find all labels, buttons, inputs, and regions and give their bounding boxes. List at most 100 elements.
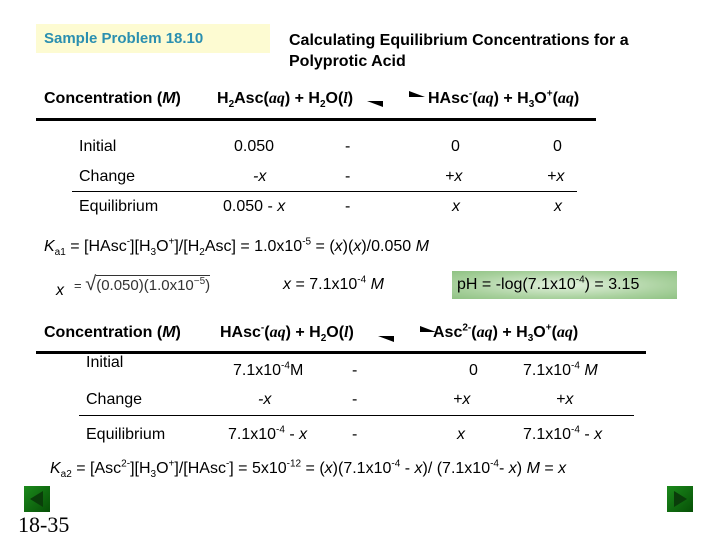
row-label: Equilibrium (86, 426, 166, 443)
cell: +x (453, 391, 471, 408)
table1-reactants: H2Asc(aq) + H2O(l) (217, 90, 353, 110)
t: Asc] = 1.0x10 (204, 238, 303, 255)
t: = [Asc (71, 460, 122, 477)
t: ) + H (493, 90, 529, 107)
title-line-2: Polyprotic Acid (289, 53, 406, 70)
t: x (558, 460, 567, 477)
t: −5 (193, 276, 206, 287)
t: O( (325, 90, 344, 107)
t: = 7.1x10 (291, 276, 358, 293)
t: ) + H (285, 324, 321, 341)
t: ) (572, 324, 579, 341)
t: = (539, 460, 559, 477)
t: -12 (286, 458, 302, 470)
t: ) + H (492, 324, 528, 341)
t: - (579, 426, 595, 443)
t: x (508, 460, 517, 477)
table2-products: Asc2-(aq) + H3O+(aq) (433, 322, 579, 344)
cell: 7.1x10-4 - x (523, 424, 603, 444)
next-slide-button[interactable] (667, 486, 693, 512)
conc-close: ) (175, 90, 181, 107)
title-line-1: Calculating Equilibrium Concentrations f… (289, 32, 629, 49)
t: x (277, 198, 286, 215)
row-label: Initial (79, 138, 117, 155)
t: aq (557, 90, 574, 107)
conc-label: Concentration ( (44, 90, 163, 107)
t: M (584, 362, 598, 379)
cell: - (352, 362, 358, 379)
t: x (334, 238, 343, 255)
t: M (162, 324, 176, 341)
t: -4 (571, 424, 580, 436)
t: -4 (281, 360, 290, 372)
t: - (499, 460, 509, 477)
table1-change-rule (72, 191, 577, 192)
t: = [HAsc (65, 238, 127, 255)
cell: 0 (553, 138, 562, 155)
t: M (526, 460, 540, 477)
t: K (44, 238, 55, 255)
previous-slide-button[interactable] (24, 486, 50, 512)
t: x (414, 460, 423, 477)
ka2-expression: Ka2 = [Asc2-][H3O+]/[HAsc-] = 5x10-12 = … (50, 458, 567, 481)
t: x (324, 460, 333, 477)
t: x (594, 426, 603, 443)
t: ][H (130, 460, 151, 477)
cell: x (554, 198, 562, 215)
equilibrium-arrow-icon (367, 91, 425, 107)
t: - (284, 426, 300, 443)
table1-header-rule (36, 118, 596, 121)
t: O (156, 460, 169, 477)
triangle-right-icon (674, 491, 687, 507)
cell: 0 (451, 138, 460, 155)
t: a2 (60, 469, 72, 481)
t: )(7.1x10 (332, 460, 392, 477)
row-label: Initial (86, 354, 124, 371)
table2-reactants: HAsc-(aq) + H2O(l) (220, 323, 354, 344)
t: -4 (571, 360, 580, 372)
cell: - (352, 426, 358, 443)
t: M (370, 276, 384, 293)
table1-products: HAsc-(aq) + H3O+(aq) (428, 89, 580, 110)
cell: -x (258, 391, 272, 408)
t: a1 (54, 247, 66, 259)
t: Concentration ( (44, 324, 163, 341)
t: 7.1x10 (523, 362, 572, 379)
table1-conc-header: Concentration (M) (44, 90, 181, 108)
t: ) (573, 90, 580, 107)
t: - (400, 460, 415, 477)
x-variable: x (56, 282, 64, 299)
t: x (299, 426, 308, 443)
t: M (415, 238, 429, 255)
t: )/ (7.1x10 (422, 460, 491, 477)
t: O (534, 90, 547, 107)
t: ]/[H (174, 238, 200, 255)
t: K (50, 460, 61, 477)
cell: 0.050 (234, 138, 275, 155)
cell: - (345, 198, 351, 215)
cell: 0.050 - x (223, 198, 285, 216)
t: 7.1x10 (228, 426, 277, 443)
t: -4 (391, 458, 401, 470)
t: O (533, 324, 546, 341)
x-result: x = 7.1x10-4 M (283, 275, 384, 294)
cell: 0 (469, 362, 478, 379)
t: 2- (462, 322, 472, 334)
conc-unit: M (162, 90, 176, 107)
cell: 7.1x10-4M (233, 360, 303, 380)
cell: -x (253, 168, 267, 185)
row-label: Equilibrium (79, 198, 159, 215)
row-label: Change (79, 168, 136, 185)
t: ) (205, 277, 211, 294)
t: ) + H (284, 90, 320, 107)
table2-change-rule (79, 415, 634, 416)
t: aq (476, 324, 493, 341)
t: aq (556, 324, 573, 341)
t: ) (175, 324, 181, 341)
sqrt-expression: = √(0.050)(1.0x10−5) (74, 273, 211, 295)
t: 7.1x10 (233, 362, 282, 379)
cell: x (457, 426, 465, 443)
cell: +x (556, 391, 574, 408)
page-title: Calculating Equilibrium Concentrations f… (289, 30, 629, 72)
t: ) (516, 460, 527, 477)
